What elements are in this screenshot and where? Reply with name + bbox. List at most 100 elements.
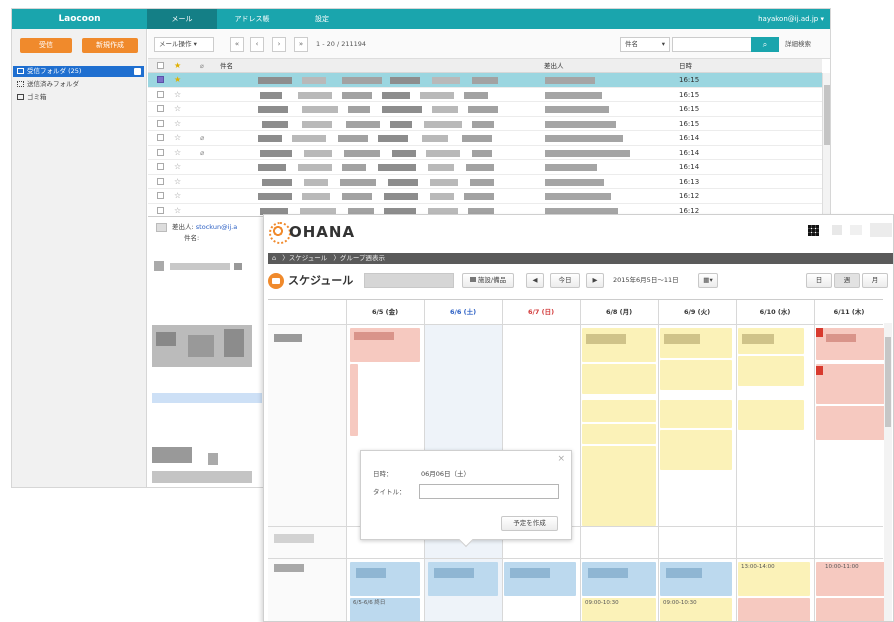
day-header[interactable]: 6/6 (土) [424,300,502,324]
star-icon[interactable]: ☆ [174,117,181,131]
next-page-button[interactable]: › [272,37,286,52]
schedule-event[interactable] [582,364,656,394]
sender-column-header[interactable]: 差出人 [544,59,564,73]
date-column-header[interactable]: 日時 [679,59,692,73]
create-event-button[interactable]: 予定を作成 [501,516,558,531]
schedule-event[interactable]: 13:00-14:00 [738,562,810,596]
row-checkbox[interactable] [157,206,164,214]
row-checkbox[interactable] [157,148,164,156]
row-checkbox[interactable] [157,105,164,112]
folder-inbox[interactable]: 受信フォルダ (25) [13,66,144,77]
view-week-button[interactable]: 週 [834,273,860,288]
search-field-select[interactable]: 件名 ▾ [620,37,670,52]
facility-button[interactable]: 施設/備品 [462,273,514,288]
schedule-event[interactable] [816,598,886,621]
schedule-event[interactable] [350,364,358,436]
close-icon[interactable]: × [557,454,565,464]
mail-action-select[interactable]: メール操作 ▾ [154,37,214,52]
select-all-checkbox[interactable] [157,62,164,69]
schedule-event[interactable]: 09:00-10:30 [582,598,656,621]
folder-menu-icon[interactable] [134,68,141,75]
prev-page-button[interactable]: ‹ [250,37,264,52]
mail-row[interactable]: ☆ ⌀ 16:14 [148,131,822,146]
mail-list-scrollbar[interactable] [822,73,830,215]
row-checkbox[interactable] [157,134,164,141]
day-header[interactable]: 6/5 (金) [346,300,424,324]
mail-row[interactable]: ☆ 16:12 [148,189,822,204]
date-picker-button[interactable]: ▦▾ [698,273,718,288]
row-checkbox[interactable] [157,177,164,185]
tab-settings[interactable]: 設定 [287,9,357,29]
day-header[interactable]: 6/11 (木) [814,300,884,324]
schedule-event[interactable] [738,598,810,621]
search-input[interactable] [672,37,752,52]
star-icon[interactable]: ☆ [174,146,181,160]
subject-column-header[interactable]: 件名 [220,59,233,73]
view-month-button[interactable]: 月 [862,273,888,288]
row-checkbox[interactable] [157,163,164,170]
schedule-event[interactable]: 09:00-10:30 [660,598,732,621]
schedule-event[interactable] [660,430,732,470]
mail-row[interactable]: ☆ ⌀ 16:14 [148,146,822,160]
day-header[interactable]: 6/9 (火) [658,300,736,324]
last-page-button[interactable]: » [294,37,308,52]
day-header[interactable]: 6/10 (水) [736,300,814,324]
folder-sent[interactable]: 送信済みフォルダ [13,79,79,90]
preview-from-value[interactable]: stockun@ij.a [196,223,237,231]
mail-row[interactable]: ☆ 16:15 [148,117,822,131]
star-icon[interactable]: ☆ [174,175,181,189]
advanced-search-link[interactable]: 詳細検索 [785,37,811,52]
row-checkbox[interactable] [157,119,164,127]
group-select[interactable] [364,273,454,288]
mail-row[interactable]: ★ 16:15 [148,73,822,88]
mail-row[interactable]: ☆ 16:15 [148,88,822,102]
home-icon[interactable]: ⌂ [272,254,276,262]
day-header[interactable]: 6/8 (月) [580,300,658,324]
calendar-scrollbar[interactable] [884,323,892,621]
prev-week-button[interactable]: ◀ [526,273,544,288]
schedule-event[interactable] [660,400,732,428]
user-menu[interactable]: hayakon@ij.ad.jp ▾ [758,9,824,29]
schedule-event[interactable]: 6/5-6/6 終日 [350,598,420,621]
mail-row[interactable]: ☆ 16:14 [148,160,822,175]
mail-row[interactable]: ☆ 16:13 [148,175,822,189]
subject-redacted [378,164,416,171]
view-day-button[interactable]: 日 [806,273,832,288]
tab-mail[interactable]: メール [147,9,217,29]
event-title-input[interactable] [419,484,559,499]
row-checkbox[interactable] [157,76,164,83]
star-icon[interactable]: ★ [174,73,181,87]
app-grid-icon[interactable] [808,225,819,236]
day-header[interactable]: 6/7 (日) [502,300,580,324]
schedule-event[interactable] [582,424,656,444]
schedule-event[interactable] [582,446,656,526]
breadcrumb-schedule[interactable]: 〉スケジュール [282,254,327,262]
schedule-event[interactable] [738,400,804,430]
star-column-icon[interactable]: ★ [174,59,181,73]
tab-address-book[interactable]: アドレス帳 [217,9,287,29]
row-checkbox[interactable] [157,90,164,98]
next-week-button[interactable]: ▶ [586,273,604,288]
compose-button[interactable]: 新規作成 [82,38,138,53]
schedule-event[interactable] [582,400,656,422]
schedule-event[interactable] [816,364,886,404]
scrollbar-thumb[interactable] [824,85,830,145]
folder-trash[interactable]: ゴミ箱 [13,92,47,103]
star-icon[interactable]: ☆ [174,189,181,203]
schedule-event[interactable] [816,328,886,360]
schedule-event[interactable] [738,356,804,386]
search-button[interactable]: ⌕ [751,37,779,52]
schedule-event[interactable]: 10:00-11:00 [816,562,886,596]
row-checkbox[interactable] [157,192,164,199]
schedule-event[interactable] [816,406,886,440]
star-icon[interactable]: ☆ [174,102,181,116]
first-page-button[interactable]: « [230,37,244,52]
today-button[interactable]: 今日 [550,273,580,288]
star-icon[interactable]: ☆ [174,160,181,174]
mail-row[interactable]: ☆ 16:15 [148,102,822,117]
star-icon[interactable]: ☆ [174,88,181,102]
schedule-event[interactable] [660,360,732,390]
star-icon[interactable]: ☆ [174,131,181,145]
receive-button[interactable]: 受信 [20,38,72,53]
scrollbar-thumb[interactable] [885,337,891,427]
